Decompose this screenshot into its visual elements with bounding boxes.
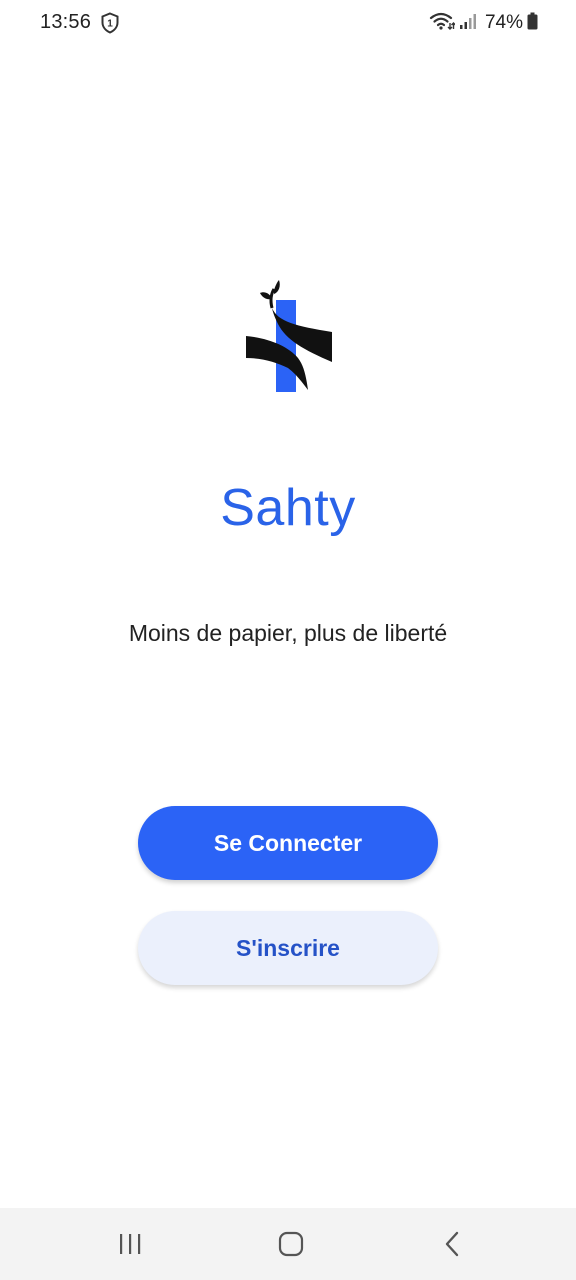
welcome-screen: 13:56 1 74% Sahty Moins de papier, plus … (0, 0, 576, 1280)
status-bar: 13:56 1 74% (0, 0, 576, 46)
login-button[interactable]: Se Connecter (138, 806, 438, 880)
register-button[interactable]: S'inscrire (138, 911, 438, 985)
sahty-logo (238, 278, 338, 396)
system-nav-bar (0, 1208, 576, 1280)
wifi-icon (429, 11, 456, 36)
svg-text:1: 1 (107, 19, 113, 30)
back-icon[interactable] (433, 1228, 473, 1260)
app-tagline: Moins de papier, plus de liberté (128, 620, 448, 646)
recent-apps-icon[interactable] (110, 1228, 150, 1260)
status-time: 13:56 (40, 11, 92, 33)
battery-icon (527, 12, 538, 35)
status-icons: 74% (429, 10, 538, 36)
battery-percentage: 74% (484, 12, 523, 33)
home-icon[interactable] (271, 1228, 311, 1260)
shield-icon: 1 (100, 12, 120, 34)
app-title: Sahty (220, 479, 356, 537)
signal-icon (459, 12, 477, 35)
